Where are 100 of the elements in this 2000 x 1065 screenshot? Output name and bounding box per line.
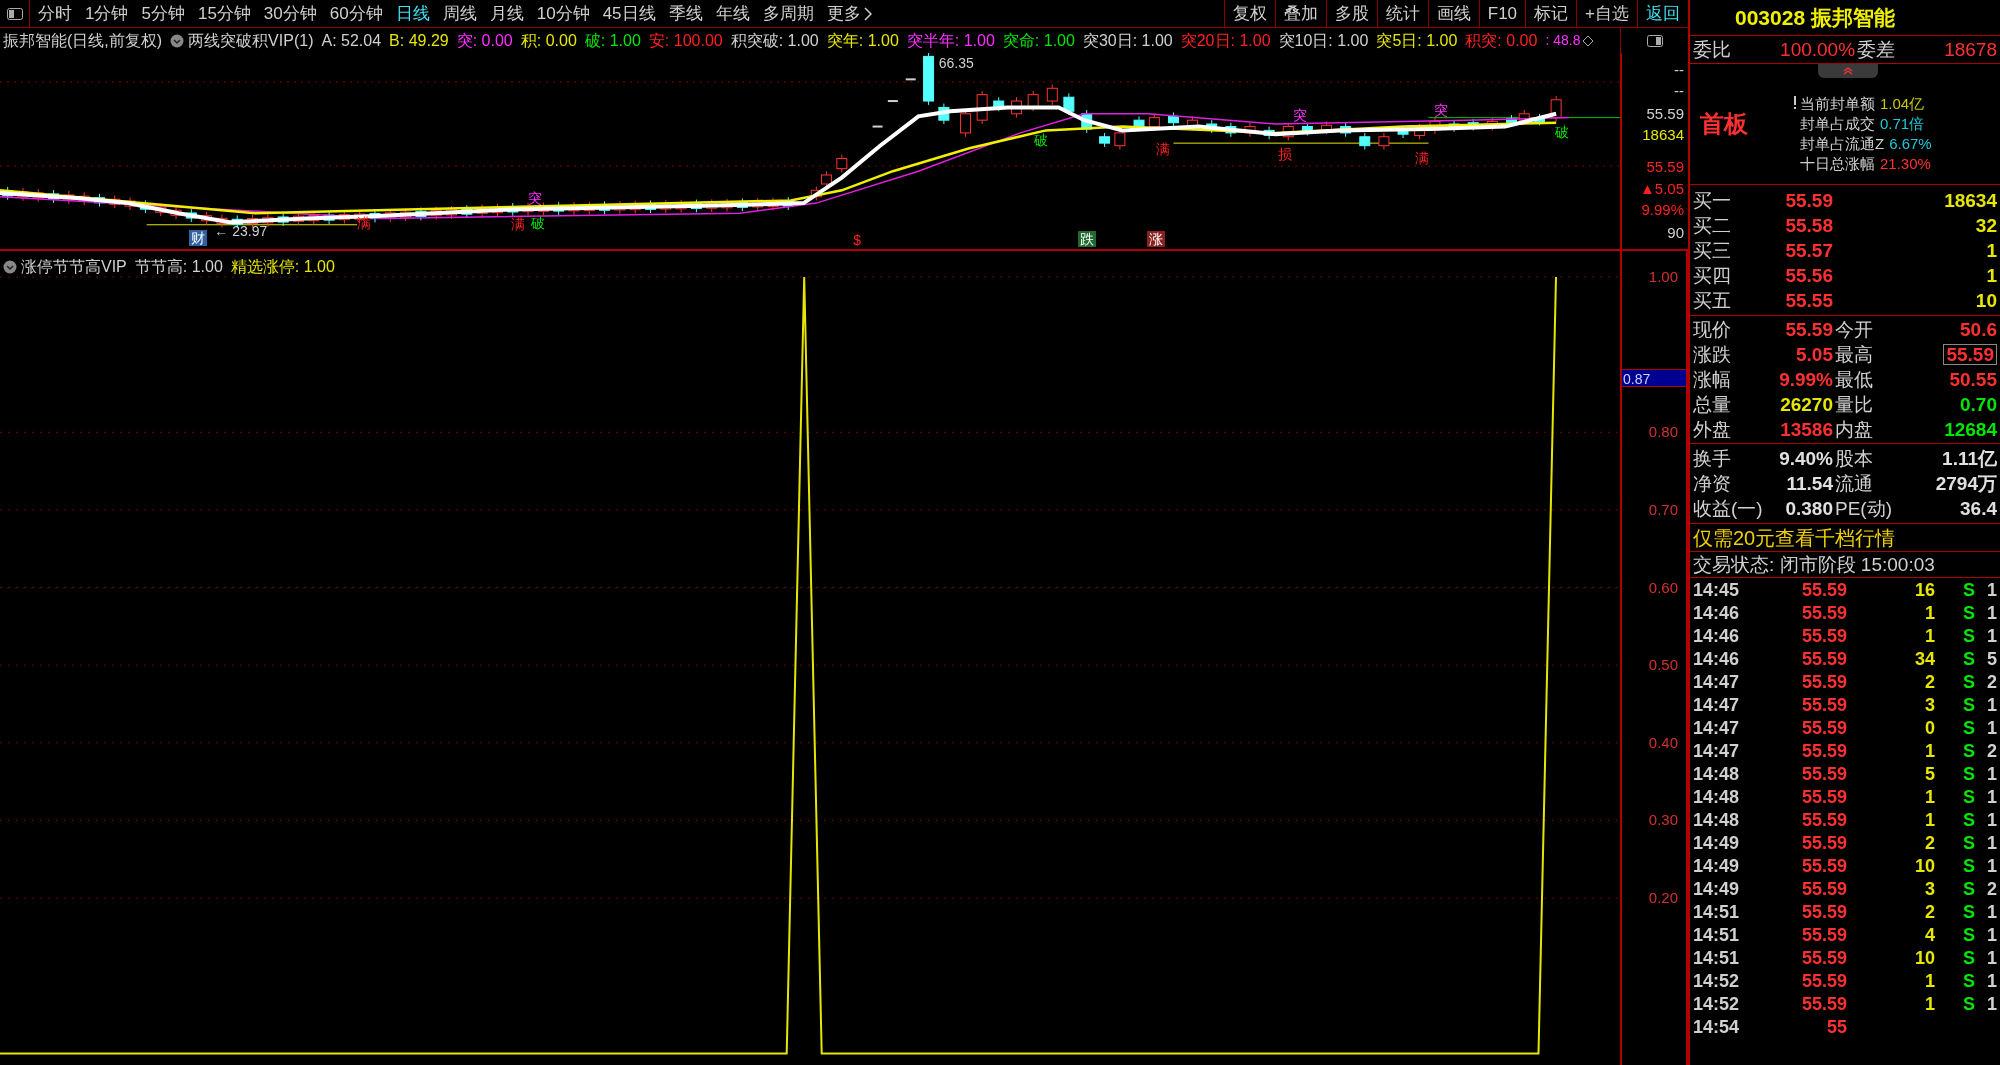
panel-toggle-icon[interactable] [6, 7, 23, 20]
period-tab[interactable]: 30分钟 [263, 5, 317, 22]
tick-side: S [1962, 971, 1975, 990]
period-tab[interactable]: 5分钟 [141, 5, 185, 22]
period-tab[interactable]: 10分钟 [536, 5, 590, 22]
tick-price: 55.59 [1800, 879, 1847, 898]
tick-price: 55.59 [1800, 833, 1847, 852]
tick-volume: 1 [1924, 626, 1935, 645]
tick-volume: 1 [1924, 787, 1935, 806]
bid-label: 买三 [1693, 240, 1732, 260]
axis-label: 90 [1667, 224, 1684, 242]
tick-count: 1 [1987, 971, 1997, 990]
tick-time: 14:47 [1693, 741, 1741, 760]
period-tab[interactable]: 日线 [395, 5, 430, 22]
tick-price: 55.59 [1800, 971, 1847, 990]
tick-time: 14:46 [1693, 649, 1741, 668]
toolbar-button[interactable]: +自选 [1576, 0, 1637, 27]
collapse-button[interactable] [1818, 64, 1878, 78]
toolbar-button[interactable]: 返回 [1637, 0, 1688, 27]
tick-volume: 2 [1924, 672, 1935, 691]
fundamental-label: 换手 [1693, 449, 1732, 468]
bid-price: 55.59 [1784, 190, 1833, 210]
field-value: 18678 [1944, 40, 1997, 59]
tick-price: 55.59 [1800, 856, 1847, 875]
tick-time: 14:54 [1693, 1017, 1741, 1036]
fundamental-value: 11.54 [1785, 474, 1833, 493]
tick-side: S [1962, 695, 1975, 714]
tick-time: 14:45 [1693, 580, 1741, 599]
toolbar-button[interactable]: 多股 [1325, 0, 1377, 27]
toolbar-button[interactable]: 复权 [1223, 0, 1275, 27]
tick-count: 1 [1987, 856, 1997, 875]
tick-volume: 1 [1924, 971, 1935, 990]
dropdown-circle-icon[interactable] [170, 33, 185, 48]
tick-volume: 2 [1924, 833, 1935, 852]
period-tab[interactable]: 多周期 [762, 5, 814, 22]
indicator-value: 突半年: 1.00 [906, 30, 995, 51]
toolbar-button[interactable]: F10 [1478, 0, 1526, 27]
period-tab[interactable]: 分时 [38, 5, 72, 22]
tick-price: 55 [1825, 1017, 1847, 1036]
chevron-right-icon[interactable] [863, 6, 872, 21]
tick-price: 55.59 [1800, 580, 1847, 599]
diamond-icon[interactable] [1582, 34, 1595, 47]
toolbar-button[interactable]: 画线 [1427, 0, 1479, 27]
chart-marker: 损 [1278, 145, 1293, 162]
promo-link[interactable]: 仅需20元查看千档行情 [1693, 527, 1896, 548]
chart-marker: 破 [530, 214, 545, 231]
period-tab[interactable]: 45日线 [602, 5, 656, 22]
quote-label: 总量 [1693, 395, 1732, 414]
period-tab[interactable]: 60分钟 [329, 5, 383, 22]
toolbar-button[interactable]: 标记 [1525, 0, 1577, 27]
bid-volume: 32 [1975, 215, 1997, 235]
panel-toggle-icon[interactable] [1646, 34, 1663, 47]
quote-value: 55.59 [1943, 344, 1997, 365]
quote-value: 50.6 [1960, 320, 1997, 339]
axis-label: 55.59 [1646, 104, 1684, 122]
toolbar-button[interactable]: 叠加 [1274, 0, 1326, 27]
period-tab[interactable]: 1分钟 [85, 5, 129, 22]
indicator-name: 涨停节节高VIP [21, 257, 127, 277]
tick-price: 55.59 [1800, 649, 1847, 668]
quote-label: 外盘 [1693, 420, 1732, 439]
tick-price: 55.59 [1800, 626, 1847, 645]
period-tab[interactable]: 周线 [442, 5, 477, 22]
fundamental-value: 9.40% [1778, 449, 1833, 468]
period-tab[interactable]: 月线 [489, 5, 524, 22]
tick-side: S [1962, 856, 1975, 875]
trading-status: 交易状态: 闭市阶段 15:00:03 [1693, 555, 1935, 574]
tick-side: S [1962, 925, 1975, 944]
axis-tick-label: 1.00 [1648, 268, 1678, 286]
seal-label: 十日总涨幅 [1800, 155, 1875, 171]
bid-label: 买一 [1693, 190, 1732, 210]
tick-side: S [1962, 764, 1975, 783]
tick-side: S [1962, 649, 1975, 668]
tick-volume: 34 [1913, 649, 1935, 668]
tick-side: S [1962, 626, 1975, 645]
indicator-value: 精选涨停: 1.00 [230, 257, 335, 277]
chevron-up-icon [1843, 67, 1853, 75]
quote-value: 13586 [1779, 420, 1833, 439]
chart-marker: 跌 [1077, 231, 1096, 248]
tick-count: 1 [1987, 787, 1997, 806]
tick-time: 14:48 [1693, 810, 1741, 829]
tick-count: 2 [1987, 879, 1997, 898]
indicator-value: 节节高: 1.00 [134, 257, 223, 277]
period-tab[interactable]: 15分钟 [197, 5, 251, 22]
period-tab[interactable]: 年线 [715, 5, 750, 22]
toolbar-button[interactable]: 统计 [1376, 0, 1428, 27]
dropdown-circle-icon[interactable] [3, 260, 17, 274]
tick-volume: 10 [1913, 948, 1935, 967]
chart-marker: ← 23.97 [214, 223, 268, 240]
tick-price: 55.59 [1800, 718, 1847, 737]
seal-label: 当前封单额 [1800, 95, 1875, 111]
tick-time: 14:46 [1693, 603, 1741, 622]
indicator-value: 积突: 0.00 [1465, 30, 1538, 51]
tick-time: 14:51 [1693, 902, 1741, 921]
tick-price: 55.59 [1800, 787, 1847, 806]
axis-label: ▲5.05 [1639, 179, 1684, 197]
seal-label: 封单占流通Z [1800, 135, 1885, 151]
period-tab[interactable]: 季线 [668, 5, 703, 22]
field-label: 委差 [1857, 40, 1896, 59]
period-tab[interactable]: 更多 [826, 5, 861, 22]
fundamental-label: 净资 [1693, 474, 1732, 493]
